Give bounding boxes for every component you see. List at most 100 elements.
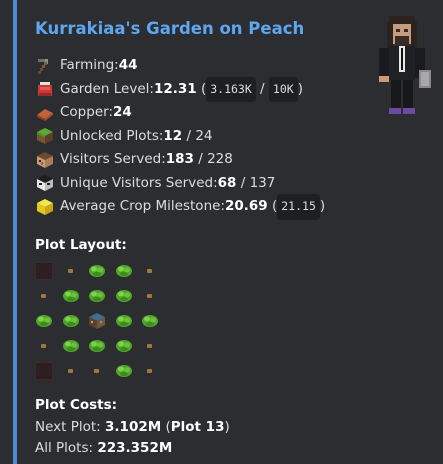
locked-plot-icon	[35, 362, 53, 380]
stat-visitors-served: Visitors Served: 183 / 228	[35, 148, 325, 172]
hoe-icon	[38, 58, 48, 74]
copper-icon	[37, 108, 53, 121]
plot-cell-crop	[113, 260, 135, 282]
crop-icon	[62, 340, 79, 352]
crop-icon	[142, 315, 158, 327]
seed-icon	[67, 369, 73, 373]
plot-cell-crop	[86, 260, 108, 282]
plot-row	[33, 285, 166, 307]
plot-cell-seed	[60, 260, 82, 282]
plot-layout-title: Plot Layout:	[35, 237, 127, 253]
seed-icon	[147, 269, 152, 273]
plot-cell-seed	[139, 260, 161, 282]
stat-farming: Farming: 44	[35, 54, 325, 78]
plot-cell-crop	[113, 335, 135, 357]
crop-icon	[62, 315, 79, 327]
crop-icon	[89, 265, 105, 277]
plot-cell-seed	[139, 285, 161, 307]
plot-cell-seed	[139, 335, 161, 357]
seed-icon	[94, 369, 99, 373]
stat-crop-milestone: Average Crop Milestone: 20.69 (21.15)	[35, 194, 325, 220]
plot-cell-locked	[33, 360, 55, 382]
embed-title-link[interactable]: Kurrakiaa's Garden on Peach	[35, 19, 304, 38]
crop-icon	[115, 265, 132, 277]
plot-cell-crop	[139, 310, 161, 332]
stat-visitors-served-label: Visitors Served:	[60, 151, 166, 167]
seed-icon	[147, 344, 152, 348]
crop-icon	[89, 340, 105, 352]
next-plot-label: Next Plot:	[35, 419, 106, 435]
plot-costs-title: Plot Costs:	[35, 397, 118, 413]
stat-copper: Copper: 24	[35, 101, 325, 125]
plot-cell-seed	[139, 360, 161, 382]
plot-cell-crop	[86, 335, 108, 357]
seed-icon	[147, 294, 152, 298]
plot-cell-crop	[33, 310, 55, 332]
plot-cell-seed	[33, 285, 55, 307]
stat-unique-visitors-total: 137	[249, 174, 276, 191]
stat-unique-visitors: Unique Visitors Served: 68 / 137	[35, 172, 325, 196]
locked-plot-icon	[35, 262, 53, 280]
plot-cell-seed	[86, 360, 108, 382]
player-skin-thumbnail	[379, 16, 431, 114]
next-plot-value: 3.102M	[105, 419, 162, 435]
plot-cell-crop	[60, 310, 82, 332]
stat-unique-visitors-value: 68	[217, 174, 237, 191]
crop-icon	[36, 315, 52, 327]
stat-crop-milestone-label: Average Crop Milestone:	[60, 198, 225, 214]
plot-cell-crop	[113, 360, 135, 382]
seed-icon	[41, 344, 46, 348]
plot-cell-barn	[86, 310, 108, 332]
plot-cell-crop	[113, 310, 135, 332]
seed-icon	[41, 294, 46, 298]
plot-layout-grid	[33, 260, 166, 385]
stat-farming-value: 44	[118, 57, 138, 73]
plot-cell-locked	[33, 260, 55, 282]
plot-cell-crop	[86, 285, 108, 307]
crop-icon	[115, 365, 132, 377]
plot-cell-crop	[60, 285, 82, 307]
all-plots-value: 223.352M	[97, 440, 173, 456]
all-plots-cost: All Plots: 223.352M	[35, 438, 230, 459]
unique-visitor-head-icon	[37, 175, 53, 192]
stat-unlocked-plots-total: 24	[195, 127, 213, 144]
all-plots-label: All Plots:	[35, 440, 98, 456]
garden-sack-icon	[38, 82, 52, 97]
stat-crop-milestone-value: 20.69	[224, 198, 268, 214]
embed-accent-bar	[13, 0, 17, 464]
stat-visitors-served-value: 183	[165, 151, 194, 167]
plot-cell-seed	[60, 360, 82, 382]
plot-row	[33, 335, 166, 357]
stat-garden-level-label: Garden Level:	[60, 80, 154, 97]
plot-cell-crop	[60, 335, 82, 357]
next-plot-number: Plot 13	[170, 419, 225, 435]
stat-unlocked-plots-label: Unlocked Plots:	[60, 127, 164, 144]
garden-xp-total: 10K	[268, 76, 298, 102]
stats-list: Farming: 44 Garden Level: 12.31 (3.163K …	[35, 54, 325, 220]
plot-cell-seed	[33, 335, 55, 357]
seed-icon	[67, 269, 73, 273]
crop-icon	[115, 315, 132, 327]
barn-icon	[89, 313, 105, 329]
stat-garden-level-value: 12.31	[153, 80, 197, 97]
plot-row	[33, 310, 166, 332]
stat-visitors-served-total: 228	[207, 151, 233, 167]
crop-milestone-extra: 21.15	[277, 194, 320, 220]
garden-xp-current: 3.163K	[206, 76, 256, 102]
seed-icon	[147, 369, 152, 373]
stat-unlocked-plots: Unlocked Plots: 12 / 24	[35, 125, 325, 149]
crop-icon	[89, 290, 105, 302]
plot-row	[33, 360, 166, 382]
stat-unique-visitors-label: Unique Visitors Served:	[60, 174, 218, 191]
milestone-block-icon	[37, 198, 53, 215]
next-plot-cost: Next Plot: 3.102M (Plot 13)	[35, 419, 230, 435]
crop-icon	[115, 340, 132, 352]
stat-garden-level: Garden Level: 12.31 (3.163K / 10K)	[35, 76, 325, 102]
villager-head-icon	[37, 151, 53, 168]
stat-unlocked-plots-value: 12	[163, 127, 183, 144]
stat-copper-value: 24	[113, 104, 132, 120]
crop-icon	[62, 290, 79, 302]
stat-farming-label: Farming:	[60, 57, 119, 73]
plot-costs: Next Plot: 3.102M (Plot 13) All Plots: 2…	[35, 417, 230, 459]
plot-row	[33, 260, 166, 282]
